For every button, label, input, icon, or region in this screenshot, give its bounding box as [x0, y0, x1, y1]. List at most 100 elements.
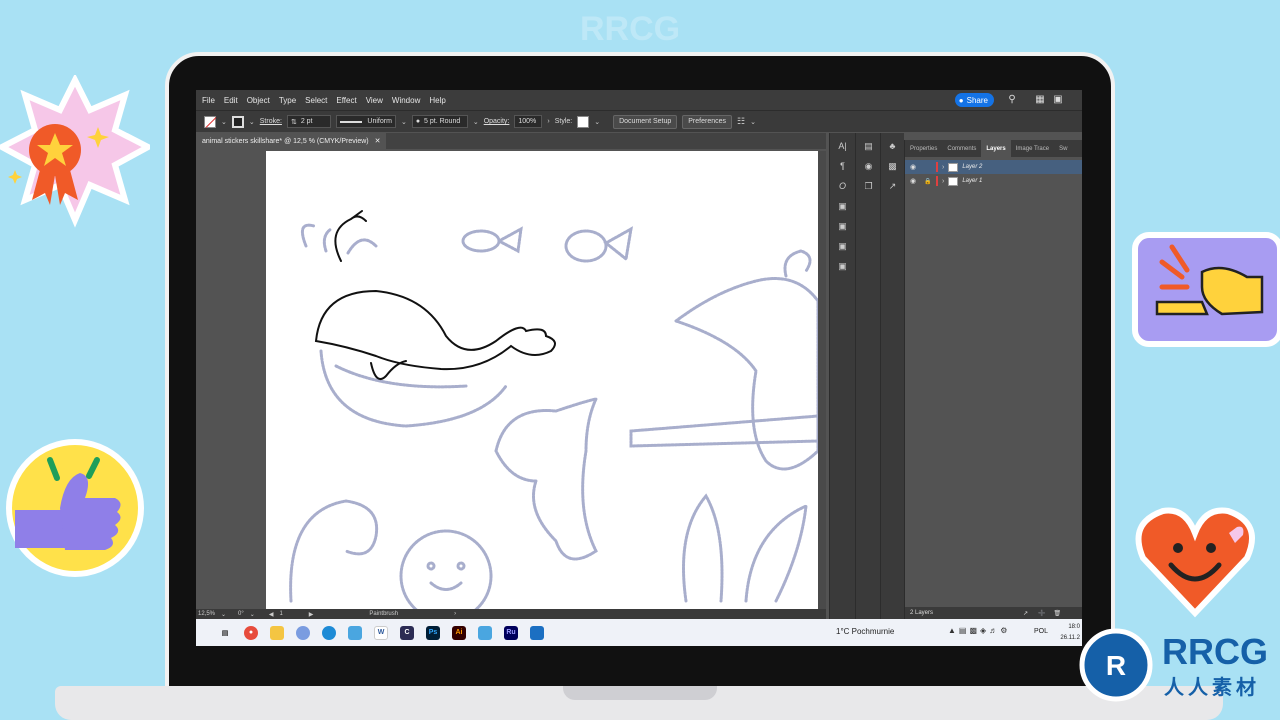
color-panel-icon[interactable]: ◉ [861, 159, 877, 173]
layer-row[interactable]: ◉ › Layer 2 [905, 160, 1082, 174]
task-view-icon[interactable]: ▤ [218, 626, 232, 640]
camera-icon[interactable] [530, 625, 544, 640]
search-icon[interactable]: ⚲ [1006, 94, 1018, 106]
store-icon[interactable] [478, 625, 492, 640]
clock[interactable]: 18:0 26.11.2 [1058, 622, 1080, 644]
word-icon[interactable]: W [374, 625, 388, 640]
artboard-number[interactable]: 1 [279, 611, 282, 617]
tab-image-trace[interactable]: Image Trace [1011, 140, 1054, 157]
export-icon[interactable]: ↗ [885, 179, 901, 193]
menu-type[interactable]: Type [279, 96, 296, 105]
fill-swatch[interactable] [204, 115, 216, 128]
control-bar: ⌄ ⌄ Stroke: ⇅ 2 pt Uniform ⌄ ● 5 pt. Rou… [196, 110, 1082, 132]
chevron-right-icon[interactable]: › [942, 178, 944, 185]
tab-layers[interactable]: Layers [981, 140, 1011, 157]
visibility-eye-icon[interactable]: ◉ [910, 163, 920, 171]
pathfinder-icon[interactable]: ❐ [861, 179, 877, 193]
chevron-down-icon[interactable]: ⌄ [473, 118, 479, 126]
menu-view[interactable]: View [366, 96, 383, 105]
chevron-down-icon[interactable]: ⌄ [221, 611, 226, 618]
stepper-icon: ⇅ [290, 118, 297, 126]
style-swatch[interactable] [577, 115, 590, 128]
photos-icon[interactable] [348, 625, 362, 640]
layer-name[interactable]: Layer 2 [962, 164, 982, 170]
tab-comments[interactable]: Comments [942, 140, 981, 157]
library-icon[interactable]: ▣ [835, 259, 851, 273]
rush-icon[interactable]: Ru [504, 625, 518, 640]
opacity-field[interactable]: 100% [514, 115, 543, 128]
drawing-canvas [289, 210, 818, 609]
document-tab[interactable]: animal stickers skillshare* @ 12,5 % (CM… [196, 133, 387, 149]
chevron-right-icon[interactable]: › [547, 118, 549, 125]
system-tray-icons[interactable]: ▲▤▩◈♬⚙ [948, 626, 1010, 635]
next-artboard-icon[interactable]: ▶ [309, 611, 314, 618]
library-icon[interactable]: ▣ [835, 239, 851, 253]
vertical-scrollbar[interactable] [818, 151, 826, 609]
visibility-eye-icon[interactable]: ◉ [910, 177, 920, 185]
arrange-icon[interactable]: ▣ [1052, 94, 1064, 106]
chevron-down-icon[interactable]: ⌄ [594, 118, 600, 126]
library-icon[interactable]: ▣ [835, 199, 851, 213]
preferences-button[interactable]: Preferences [682, 114, 733, 129]
stroke-weight-field[interactable]: ⇅ 2 pt [286, 115, 331, 128]
menu-select[interactable]: Select [305, 96, 327, 105]
menu-object[interactable]: Object [247, 96, 270, 105]
c-app-icon[interactable]: C [400, 625, 414, 640]
align-icon[interactable]: ☷ [737, 116, 745, 127]
chevron-down-icon[interactable]: ⌄ [249, 118, 255, 126]
layer-row[interactable]: ◉ 🔒 › Layer 1 [905, 174, 1082, 188]
symbols-icon[interactable]: ♣ [885, 139, 901, 153]
chevron-down-icon[interactable]: ⌄ [401, 118, 407, 126]
line-preview-icon [339, 120, 362, 123]
profile-value: Uniform [367, 118, 392, 125]
close-icon[interactable]: ✕ [375, 137, 381, 145]
variable-width-profile[interactable]: Uniform [335, 115, 396, 128]
file-explorer-icon[interactable] [270, 625, 284, 640]
new-layer-icon[interactable]: ➕ [1038, 610, 1045, 617]
chevron-right-icon[interactable]: › [454, 611, 456, 617]
tab-swatches[interactable]: Sw [1054, 140, 1072, 157]
windows-taskbar: ▤ ● W C Ps Ai Ru 1°C Pochmurnie ▲▤▩◈♬⚙ P… [196, 619, 1082, 646]
illustrator-icon[interactable]: Ai [452, 625, 466, 640]
language-indicator[interactable]: POL [1034, 628, 1048, 635]
workspace-icon[interactable]: ▦ [1034, 94, 1046, 106]
menu-edit[interactable]: Edit [224, 96, 238, 105]
chevron-right-icon[interactable]: › [942, 164, 944, 171]
prev-artboard-icon[interactable]: ◀ [269, 611, 274, 618]
document-setup-button[interactable]: Document Setup [613, 114, 678, 129]
rotation-value[interactable]: 0° [238, 611, 244, 617]
character-icon[interactable]: A| [835, 139, 851, 153]
chevron-down-icon[interactable]: ⌄ [750, 118, 756, 126]
artboard[interactable] [266, 151, 818, 609]
menu-file[interactable]: File [202, 96, 215, 105]
chevron-down-icon[interactable]: ⌄ [221, 118, 227, 126]
menu-window[interactable]: Window [392, 96, 420, 105]
chevron-down-icon[interactable]: ⌄ [250, 611, 255, 618]
opacity-label[interactable]: Opacity: [484, 118, 510, 125]
tab-properties[interactable]: Properties [905, 140, 942, 157]
brush-definition[interactable]: ● 5 pt. Round [411, 115, 468, 128]
layer-color-bar [936, 162, 938, 172]
menu-help[interactable]: Help [429, 96, 445, 105]
chrome-icon[interactable]: ● [244, 625, 258, 640]
zoom-level[interactable]: 12,5% [198, 611, 215, 617]
menu-effect[interactable]: Effect [336, 96, 356, 105]
library-icon[interactable]: ▣ [835, 219, 851, 233]
export-icon[interactable]: ↗ [1023, 610, 1028, 617]
appearance-tools-strip: ▤ ◉ ❐ [855, 133, 881, 619]
stroke-label[interactable]: Stroke: [260, 118, 282, 125]
trash-icon[interactable]: 🗑 [1054, 610, 1062, 617]
layer-name[interactable]: Layer 1 [962, 178, 982, 184]
asset-export-icon[interactable]: ▩ [885, 159, 901, 173]
layers-panel: Properties Comments Layers Image Trace S… [904, 140, 1082, 619]
app-icon[interactable] [296, 625, 310, 640]
lock-icon[interactable]: 🔒 [924, 178, 932, 185]
opentype-icon[interactable]: O [835, 179, 851, 193]
stroke-swatch[interactable] [231, 115, 244, 128]
paragraph-icon[interactable]: ¶ [835, 159, 851, 173]
stroke-panel-icon[interactable]: ▤ [861, 139, 877, 153]
share-button[interactable]: ● Share [954, 93, 994, 107]
photoshop-icon[interactable]: Ps [426, 625, 440, 640]
edge-icon[interactable] [322, 625, 336, 640]
weather-widget[interactable]: 1°C Pochmurnie [836, 627, 894, 636]
